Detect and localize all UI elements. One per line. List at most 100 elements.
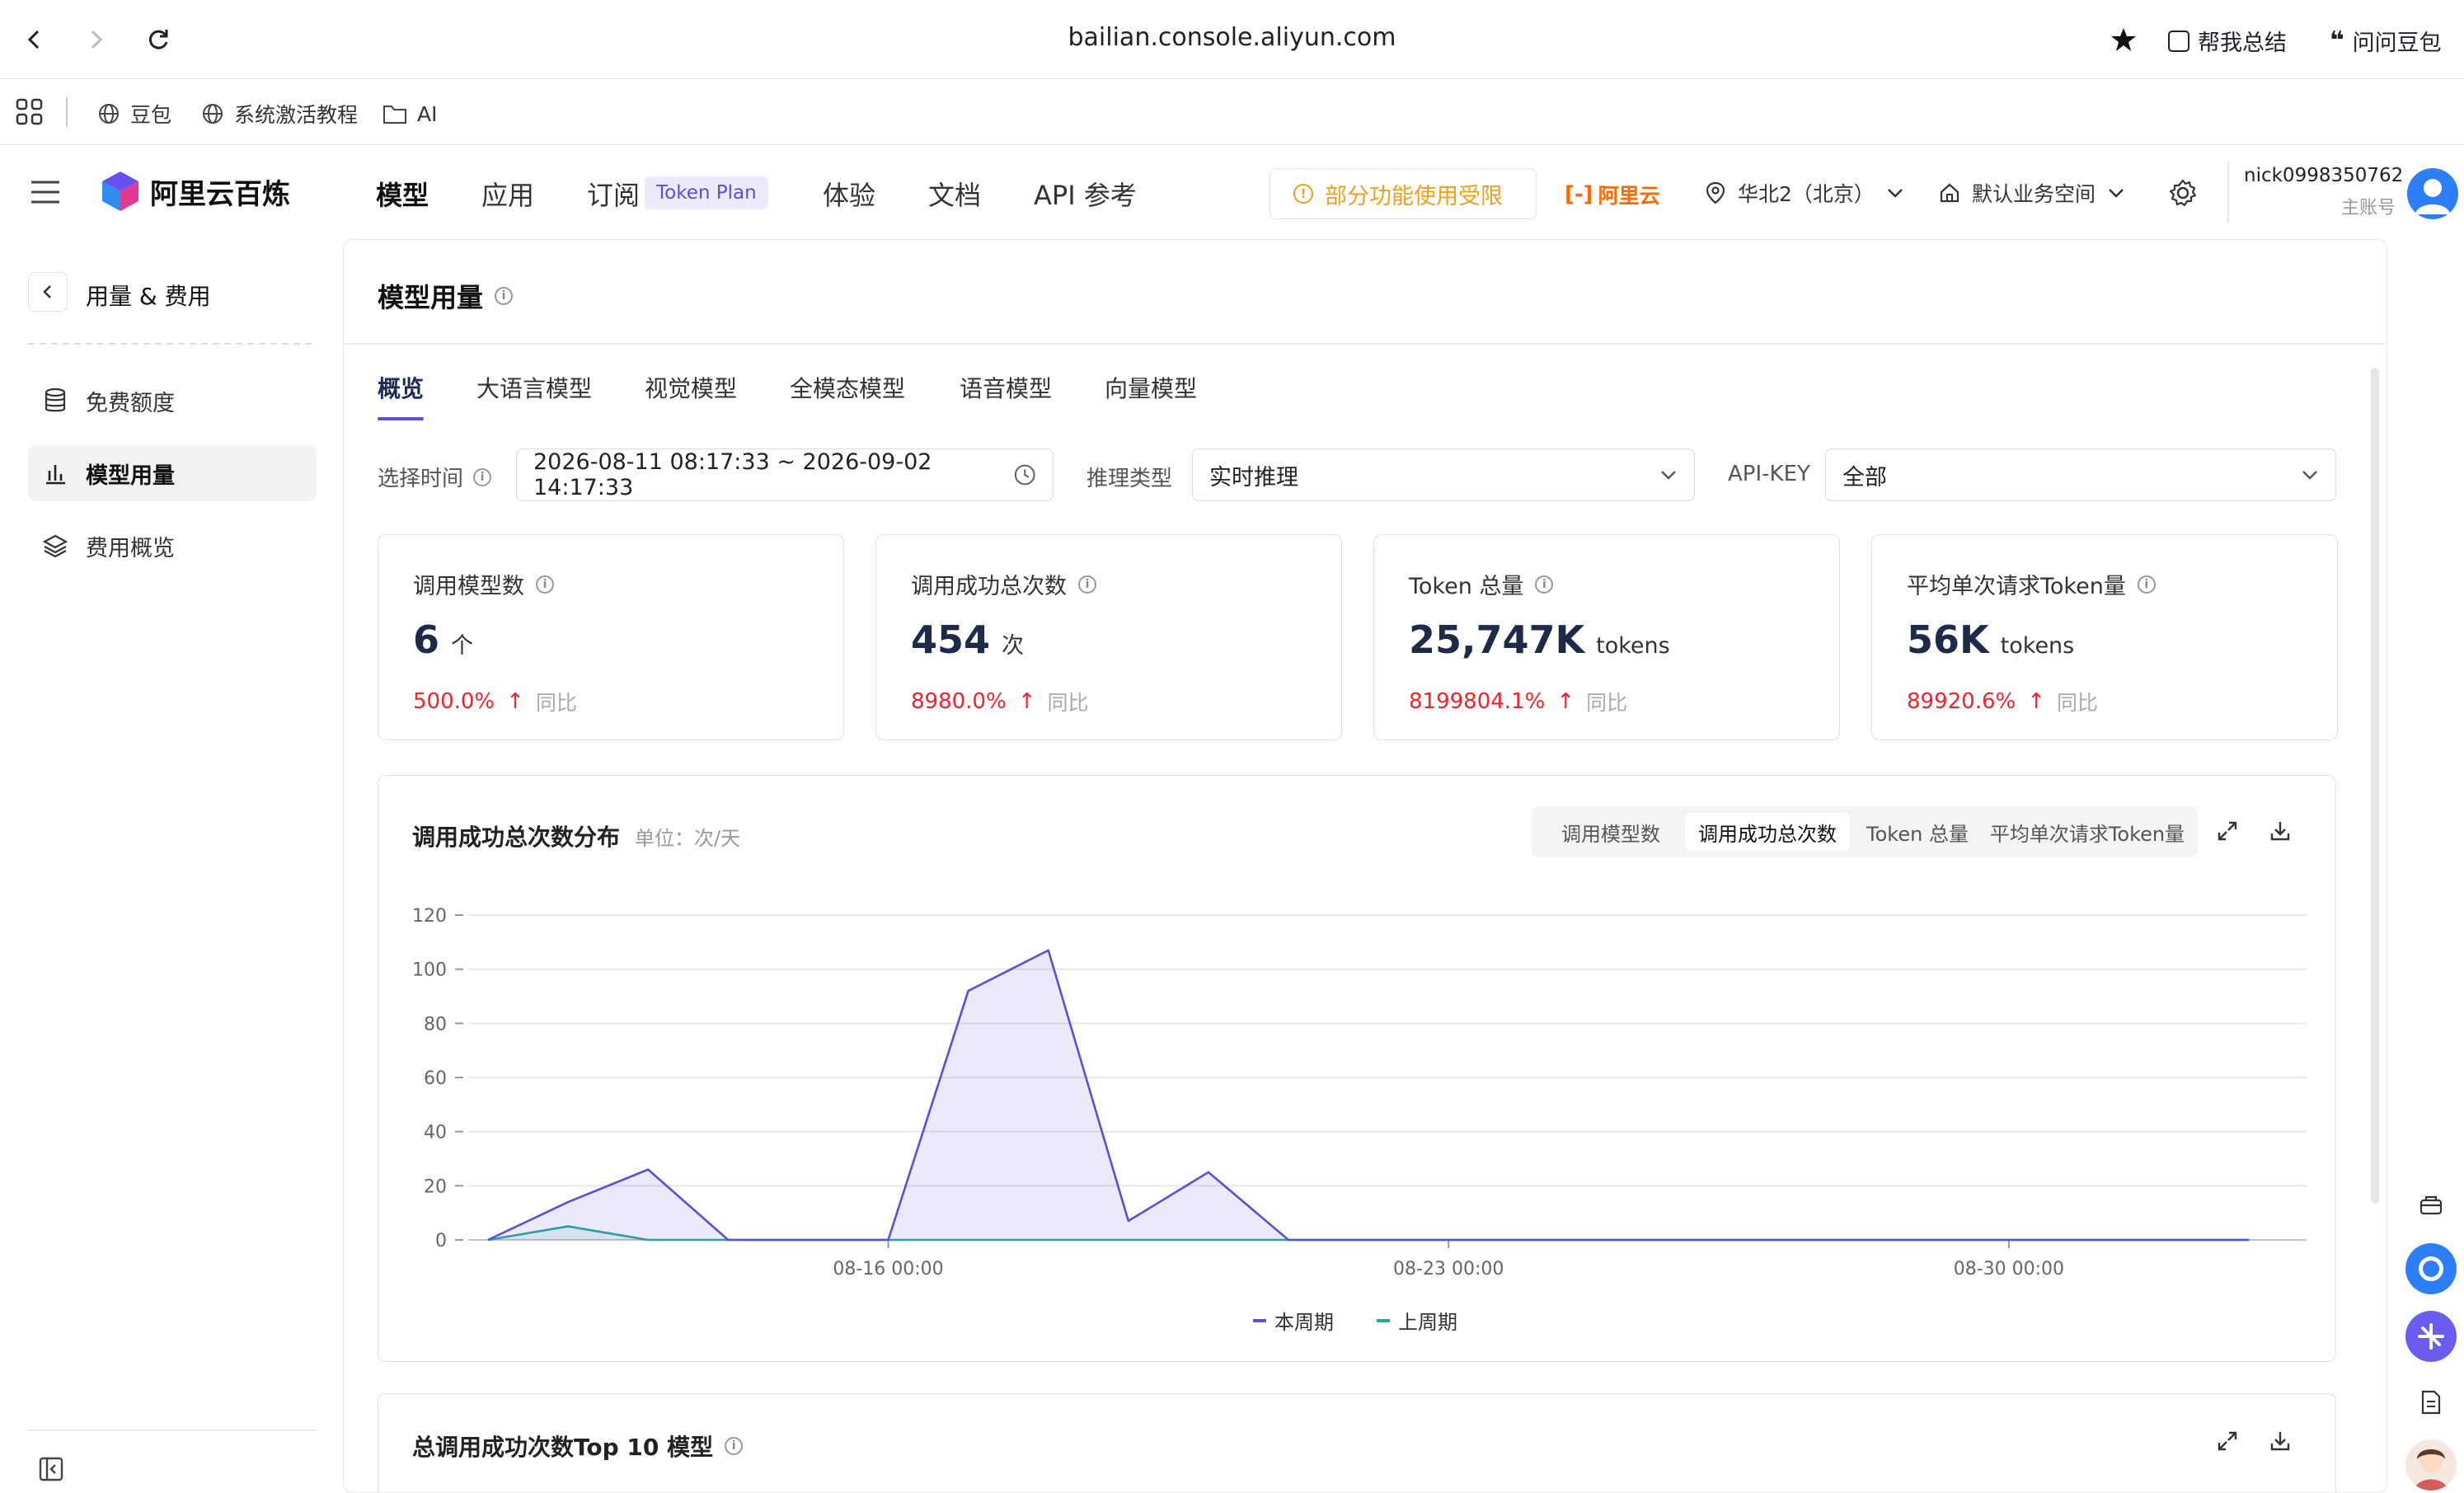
legend-swatch [1253,1318,1266,1322]
address-bar[interactable]: bailian.console.aliyun.com [0,23,2464,52]
download-icon[interactable] [2269,819,2292,846]
series-area [488,950,2250,1240]
user-info[interactable]: nick0998350762 主账号 [2244,165,2403,219]
nav-application[interactable]: 应用 [481,175,534,213]
clock-icon [1014,464,1035,486]
legend-item-previous[interactable]: 上周期 [1377,1306,1457,1335]
title-divider [345,343,2386,345]
chart-header: 调用成功总次数分布 单位：次/天 [412,819,740,852]
ask-doubao-button[interactable]: ❝ 问问豆包 [2330,25,2442,57]
tab-vision[interactable]: 视觉模型 [645,371,737,404]
assistant-avatar-icon[interactable] [2405,1439,2457,1491]
x-tick-label: 08-16 00:00 [833,1259,943,1279]
toolbox-icon[interactable] [2405,1179,2457,1230]
tab-embedding[interactable]: 向量模型 [1105,371,1197,404]
info-icon[interactable]: i [1535,575,1554,594]
y-tick-label: 100 [412,960,447,981]
tab-llm[interactable]: 大语言模型 [476,371,592,404]
bookmark-activation-tutorial[interactable]: 系统激活教程 [201,97,358,130]
tab-speech[interactable]: 语音模型 [960,371,1052,404]
location-pin-icon [1706,181,1725,204]
sidebar-footer-divider [28,1430,317,1431]
folder-icon [383,106,406,124]
tab-omni[interactable]: 全模态模型 [790,371,905,404]
nav-experience[interactable]: 体验 [823,175,875,213]
time-label-wrap: 选择时间 i [378,462,492,492]
bookmark-ai-folder[interactable]: AI [383,97,437,130]
summary-icon [2168,30,2189,52]
info-icon[interactable]: i [536,575,554,594]
stat-card-model-count: 调用模型数 i 6个 500.0% ↑ 同比 [378,534,844,740]
aliyun-brand[interactable]: [-] 阿里云 [1565,180,1660,209]
series-line [487,1225,2250,1242]
expand-icon[interactable] [2216,819,2239,846]
info-icon[interactable]: i [2137,575,2156,594]
sidebar-title: 用量 & 费用 [86,283,211,310]
metric-segmented-control: 调用模型数 调用成功总次数 Token 总量 平均单次请求Token量 [1532,806,2198,857]
info-icon[interactable]: i [495,287,514,305]
bar-chart-icon [46,465,65,485]
chart-legend: 本周期 上周期 [1253,1306,1457,1335]
legend-swatch [1377,1318,1390,1322]
x-tick-label: 08-30 00:00 [1954,1259,2064,1279]
chevron-left-icon [43,285,51,298]
star-icon[interactable] [2104,20,2143,59]
chart-title: 调用成功总次数分布 [412,824,621,851]
warning-icon: ! [1293,184,1313,204]
apps-grid-icon[interactable] [15,97,45,130]
chevron-down-icon [2302,471,2317,480]
sidebar-back-button[interactable] [28,272,68,312]
stat-card-token-total: Token 总量 i 25,747K tokens 8199804.1% ↑ 同比 [1373,534,1840,740]
arrow-up-icon: ↑ [2027,689,2046,714]
menu-icon[interactable] [30,178,61,209]
y-tick-label: 80 [424,1014,447,1035]
time-range-picker[interactable]: 2026-08-11 08:17:33 ~ 2026-09-02 14:17:3… [516,448,1054,501]
page-title-wrap: 模型用量 i [378,277,514,315]
segment-token-total[interactable]: Token 总量 [1853,813,1982,851]
arrow-up-icon: ↑ [1556,689,1575,714]
nav-model[interactable]: 模型 [376,175,429,213]
legend-item-current[interactable]: 本周期 [1253,1306,1334,1335]
nav-subscription[interactable]: 订阅 [587,175,640,213]
collapse-sidebar-icon[interactable] [38,1456,64,1486]
info-icon[interactable]: i [1078,575,1096,594]
settings-gear-icon[interactable] [2168,178,2198,211]
layers-icon [43,534,68,558]
page-title: 模型用量 [378,282,484,313]
y-tick-label: 40 [424,1123,447,1143]
workspace-selector[interactable]: 默认业务空间 [1939,178,2125,208]
region-selector[interactable]: 华北2（北京） [1705,178,1904,208]
infer-type-select[interactable]: 实时推理 [1192,448,1695,501]
sidebar-item-cost-overview[interactable]: 费用概览 [28,518,317,574]
nav-api-reference[interactable]: API 参考 [1034,175,1137,213]
segment-avg-tokens[interactable]: 平均单次请求Token量 [1983,813,2191,851]
sidebar-divider [28,343,317,345]
logo[interactable]: 阿里云百炼 [101,170,290,213]
restriction-warning-button[interactable]: ! 部分功能使用受限 [1270,168,1537,219]
summarize-button[interactable]: 帮我总结 [2168,25,2287,57]
tab-active-indicator [378,417,424,420]
download-icon[interactable] [2269,1430,2292,1456]
y-tick-label: 20 [424,1176,447,1197]
document-icon[interactable] [2405,1377,2457,1428]
segment-model-count[interactable]: 调用模型数 [1538,813,1683,851]
sparkle-assistant-icon[interactable] [2405,1311,2457,1362]
tab-overview[interactable]: 概览 [378,371,424,404]
stat-card-avg-tokens: 平均单次请求Token量 i 56K tokens 89920.6% ↑ 同比 [1871,534,2338,740]
avatar[interactable] [2407,168,2458,219]
info-icon[interactable]: i [473,467,492,486]
chat-assistant-icon[interactable] [2405,1243,2457,1294]
series-area [488,1226,2250,1240]
sidebar-item-model-usage[interactable]: 模型用量 [28,445,317,501]
segment-success-calls[interactable]: 调用成功总次数 [1685,813,1850,851]
nav-docs[interactable]: 文档 [928,175,981,213]
bookmark-doubao[interactable]: 豆包 [97,97,171,130]
bookmark-divider [66,97,68,127]
sidebar-item-free-quota[interactable]: 免费额度 [28,373,317,429]
main-scrollbar[interactable] [2371,368,2379,1204]
y-tick-label: 0 [435,1231,447,1251]
expand-icon[interactable] [2216,1430,2239,1456]
info-icon[interactable]: i [725,1437,744,1455]
apikey-select[interactable]: 全部 [1825,448,2336,501]
chart-unit: 单位：次/天 [635,826,741,850]
